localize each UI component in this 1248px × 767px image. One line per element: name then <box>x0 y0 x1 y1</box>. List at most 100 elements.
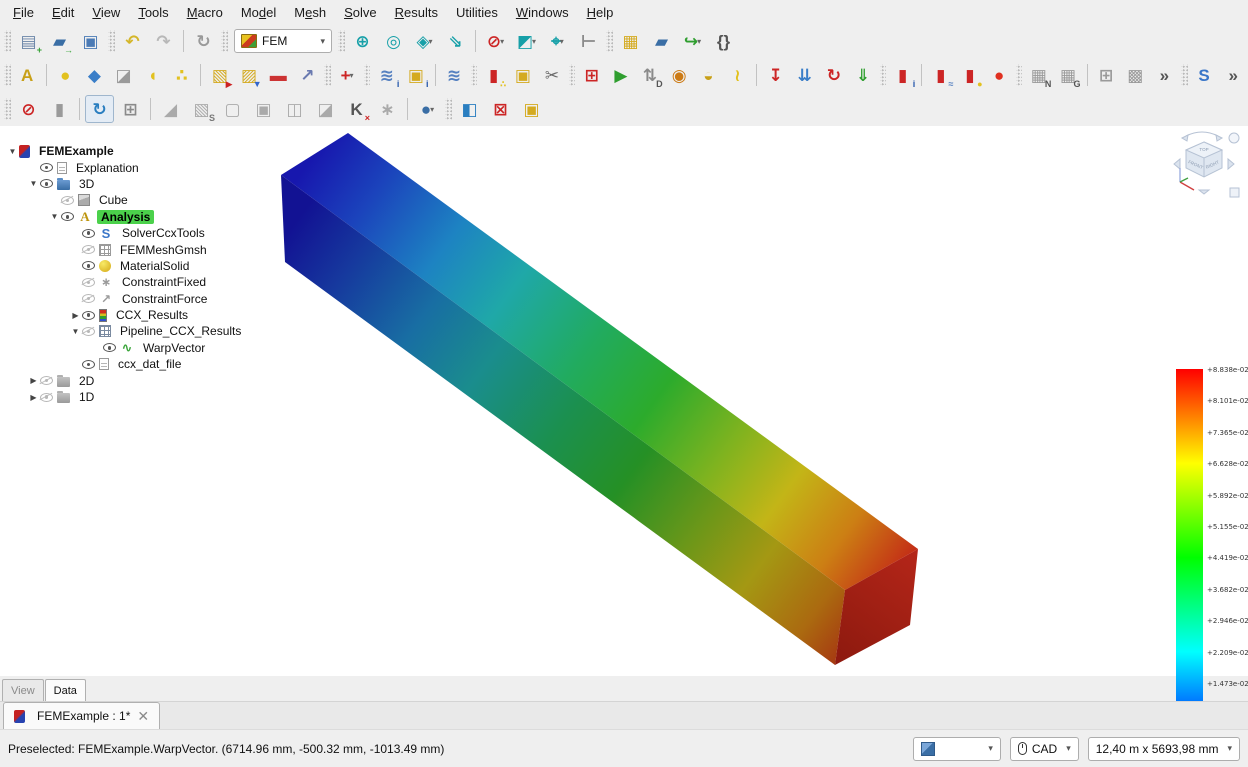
box-zoom-button[interactable]: ⌖▾ <box>543 27 572 55</box>
fit-selection-button[interactable]: ⇘ <box>441 27 470 55</box>
constraint-gravity-button[interactable]: ⇓ <box>849 61 876 89</box>
toolbar-overflow-solver-button[interactable]: » <box>1220 61 1247 89</box>
femmesh-display-info-button[interactable]: ◧ <box>455 95 484 123</box>
filter-warp-vector-button[interactable]: ◢ <box>156 95 185 123</box>
navigation-cube[interactable]: TOP FRONT RIGHT <box>1172 130 1244 208</box>
electrostatic-potential-button[interactable]: +▾ <box>334 61 361 89</box>
material-fluid-button[interactable]: ◆ <box>81 61 108 89</box>
tree-item-solverccxtools[interactable]: SSolverCcxTools <box>0 225 236 241</box>
expander-icon[interactable]: ▶ <box>27 376 40 385</box>
menu-utilities[interactable]: Utilities <box>447 3 507 22</box>
material-editor-button[interactable]: ◪ <box>110 61 137 89</box>
shell-thickness-button[interactable]: ▨▼ <box>236 61 263 89</box>
expander-icon[interactable]: ▼ <box>48 212 61 221</box>
menu-solve[interactable]: Solve <box>335 3 386 22</box>
constraint-self-weight-button[interactable]: ⇊ <box>791 61 818 89</box>
menu-macro[interactable]: Macro <box>178 3 232 22</box>
toolbar-handle[interactable] <box>338 30 345 52</box>
toolbar-handle[interactable] <box>108 30 115 52</box>
filter-region-clip-button[interactable]: ▣ <box>249 95 278 123</box>
undo-button[interactable]: ↶ <box>118 27 147 55</box>
mesh-group-button[interactable]: ⊞ <box>1093 61 1120 89</box>
visibility-off-icon[interactable] <box>40 376 53 385</box>
visibility-on-icon[interactable] <box>61 212 74 221</box>
filter-scalar-clip-button[interactable]: ▧S <box>187 95 216 123</box>
toolbar-handle[interactable] <box>445 98 452 120</box>
constraint-transform-button[interactable]: ▮∴ <box>480 61 507 89</box>
box-element-selection-button[interactable]: ◩▾ <box>512 27 541 55</box>
constraint-bodyheat-button[interactable]: ● <box>986 61 1013 89</box>
visibility-on-icon[interactable] <box>82 311 95 320</box>
toolbar-handle[interactable] <box>4 30 11 52</box>
menu-tools[interactable]: Tools <box>129 3 177 22</box>
constraint-tie-button[interactable]: ▣ <box>509 61 536 89</box>
menu-edit[interactable]: Edit <box>43 3 83 22</box>
constraint-displacement-button[interactable]: ⇅D <box>636 61 663 89</box>
post-pipeline-from-result-button[interactable]: ⊞ <box>116 95 145 123</box>
tree-item-ccx_dat_file[interactable]: ccx_dat_file <box>0 356 236 372</box>
expander-icon[interactable]: ▼ <box>6 147 19 156</box>
results-purge-button[interactable]: ⊘ <box>14 95 43 123</box>
mesh-info-button[interactable]: ▣i <box>402 61 429 89</box>
close-icon[interactable]: ✕ <box>137 708 149 725</box>
visibility-off-icon[interactable] <box>82 294 95 303</box>
toolbar-handle[interactable] <box>364 64 371 86</box>
tree-item-1d[interactable]: ▶1D <box>0 389 236 405</box>
part-box-button[interactable]: ▦ <box>616 27 645 55</box>
tree-item-femmeshgmsh[interactable]: FEMMeshGmsh <box>0 241 236 257</box>
view-dimensions-combo[interactable]: 12,40 m x 5693,98 mm ▾ <box>1088 737 1240 761</box>
tree-item-constraintforce[interactable]: ↗ConstraintForce <box>0 291 236 307</box>
fluid-section-button[interactable]: ↗ <box>294 61 321 89</box>
make-link-button[interactable]: ↪▾ <box>678 27 707 55</box>
femmesh-show-result-button[interactable]: ▣ <box>517 95 546 123</box>
constraint-pressure-button[interactable]: ↧ <box>762 61 789 89</box>
tree-item-warpvector[interactable]: ∿WarpVector <box>0 340 236 356</box>
zoom-fit-all-button[interactable]: ⊕ <box>348 27 377 55</box>
mesh-clip-region-button[interactable]: ◖ <box>139 61 166 89</box>
axonometric-view-button[interactable]: ◈▾ <box>410 27 439 55</box>
create-function-sphere-button[interactable]: ●▾ <box>413 95 442 123</box>
toolbar-handle[interactable] <box>4 64 11 86</box>
expander-icon[interactable]: ▼ <box>27 179 40 188</box>
menu-help[interactable]: Help <box>578 3 623 22</box>
tree-item-explanation[interactable]: Explanation <box>0 159 236 175</box>
toolbar-overflow-mesh-button[interactable]: » <box>1151 61 1178 89</box>
pipeline-refresh-button[interactable]: ↻ <box>85 95 114 123</box>
filter-function-cut-button[interactable]: ▢ <box>218 95 247 123</box>
nodes-set-button[interactable]: ∴ <box>168 61 195 89</box>
toolbar-handle[interactable] <box>471 64 478 86</box>
visibility-off-icon[interactable] <box>40 393 53 402</box>
constraint-bearing-button[interactable]: ◒ <box>695 61 722 89</box>
tree-item-2d[interactable]: ▶2D <box>0 372 236 388</box>
expander-icon[interactable]: ▶ <box>69 311 82 320</box>
toolbar-handle[interactable] <box>880 64 887 86</box>
measure-button[interactable]: ⊢ <box>574 27 603 55</box>
expander-icon[interactable]: ▶ <box>27 393 40 402</box>
tree-item-femexample[interactable]: ▼FEMExample <box>0 143 236 159</box>
toolbar-handle[interactable] <box>4 98 11 120</box>
toolbar-handle[interactable] <box>569 64 576 86</box>
solver-ccx-button[interactable]: S <box>1191 61 1218 89</box>
tree-item-cube[interactable]: Cube <box>0 192 236 208</box>
visibility-on-icon[interactable] <box>40 179 53 188</box>
femmesh-clear-button[interactable]: ⊠ <box>486 95 515 123</box>
constraint-contact-button[interactable]: ◉ <box>666 61 693 89</box>
menu-file[interactable]: File <box>4 3 43 22</box>
results-show-button[interactable]: ▮ <box>45 95 74 123</box>
mesh-netgen-button[interactable]: ▦N <box>1025 61 1052 89</box>
menu-windows[interactable]: Windows <box>507 3 578 22</box>
beam-section-button[interactable]: ▧▶ <box>206 61 233 89</box>
tree-item-ccx_results[interactable]: ▶CCX_Results <box>0 307 236 323</box>
tree-item-pipeline_ccx_results[interactable]: ▼Pipeline_CCX_Results <box>0 323 236 339</box>
constraint-section-print-button[interactable]: ✂ <box>538 61 565 89</box>
constraint-initial-temperature-button[interactable]: ▮i <box>889 61 916 89</box>
draw-style-combo[interactable]: ▾ <box>913 737 1001 761</box>
annotation-button[interactable]: A <box>14 61 41 89</box>
document-tab[interactable]: FEMExample : 1* ✕ <box>3 702 160 729</box>
tree-item-materialsolid[interactable]: MaterialSolid <box>0 258 236 274</box>
constraint-spring-button[interactable]: ≀ <box>724 61 751 89</box>
toolbar-handle[interactable] <box>221 30 228 52</box>
visibility-on-icon[interactable] <box>82 261 95 270</box>
zoom-selection-button[interactable]: ◎ <box>379 27 408 55</box>
filter-contours-button[interactable]: ◫ <box>280 95 309 123</box>
